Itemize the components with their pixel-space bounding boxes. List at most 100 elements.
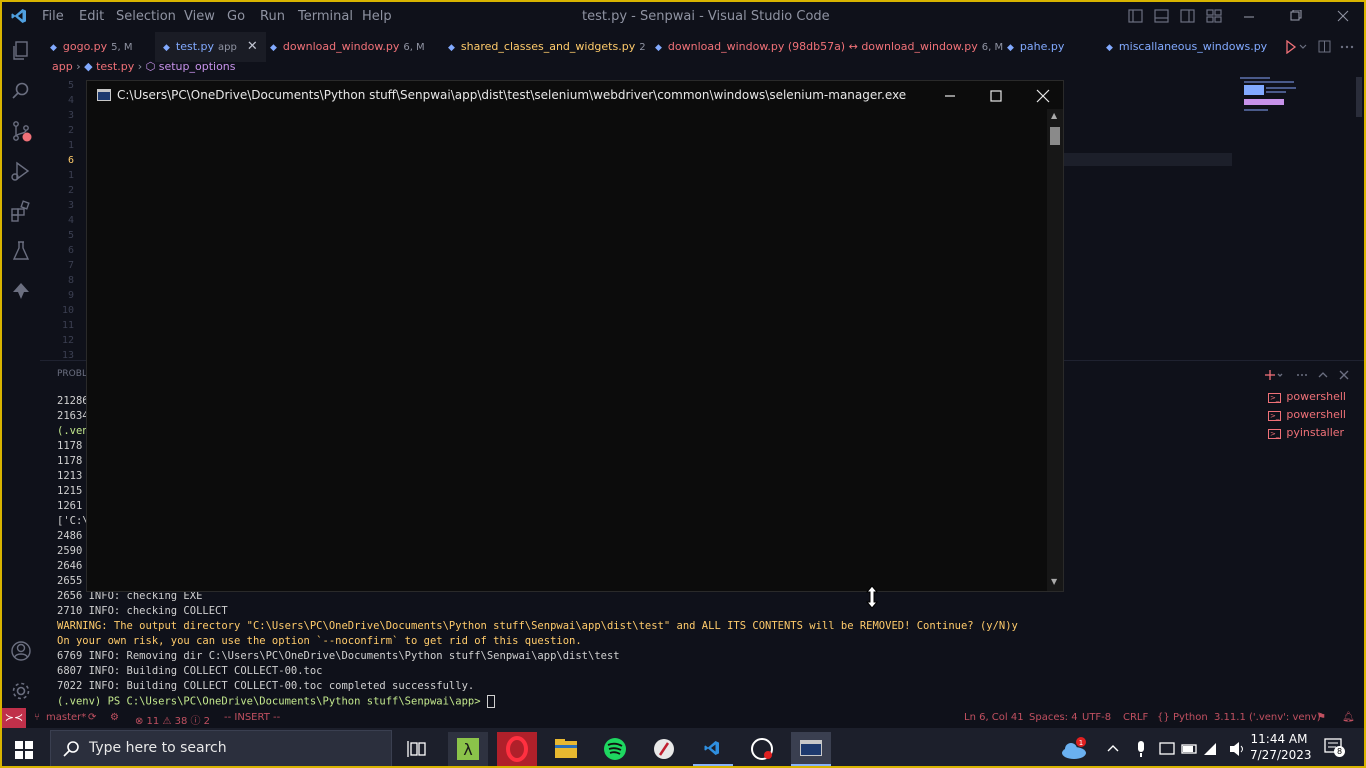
minimap[interactable] [1240, 77, 1304, 119]
menu-edit[interactable]: Edit [79, 9, 104, 24]
onedrive-cloud-icon[interactable]: 1 [1054, 732, 1094, 766]
tab-diff-download-window[interactable]: ◆ download_window.py (98db57a) ↔ download… [655, 32, 1003, 62]
terminal-icon: >_ [1268, 411, 1282, 421]
menu-terminal[interactable]: Terminal [298, 9, 353, 24]
line-number: 4 [67, 215, 74, 226]
search-icon[interactable] [10, 80, 32, 102]
tab-miscallaneous-windows[interactable]: ◆ miscallaneous_windows.py [1106, 32, 1267, 62]
menu-file[interactable]: File [42, 9, 64, 24]
window-controls[interactable] [1242, 10, 1354, 24]
line-number: 2 [67, 185, 74, 196]
lambda-app-icon[interactable]: λ [448, 732, 488, 766]
breadcrumb-folder[interactable]: app [52, 60, 73, 73]
console-scrollbar[interactable]: ▲ ▼ [1047, 109, 1063, 591]
action-center-icon[interactable]: 8 [1324, 737, 1345, 757]
chevron-down-icon [1299, 44, 1307, 49]
current-line-highlight [1062, 153, 1232, 166]
panel-actions[interactable] [1264, 368, 1356, 382]
tab-gogo[interactable]: ◆ gogo.py 5, M [50, 32, 133, 62]
accounts-icon[interactable] [10, 640, 32, 662]
tab-test-active[interactable]: ◆ test.py app ✕ [155, 32, 266, 62]
terminal-line: 6769 INFO: Removing dir C:\Users\PC\OneD… [57, 650, 620, 662]
console-title-bar[interactable]: C:\Users\PC\OneDrive\Documents\Python st… [87, 81, 1063, 109]
line-number: 10 [61, 305, 74, 316]
terminal-list-item[interactable]: >_ powershell [1268, 408, 1346, 426]
feedback-icon[interactable]: ⚑ [1317, 712, 1326, 723]
windows-start-icon[interactable] [15, 741, 33, 759]
testing-icon[interactable] [10, 240, 32, 262]
window-title: test.py - Senpwai - Visual Studio Code [582, 9, 830, 24]
source-control-icon[interactable] [10, 120, 32, 142]
line-number: 3 [67, 200, 74, 211]
opera-browser-icon[interactable] [497, 732, 537, 766]
scrollbar-thumb[interactable] [1050, 127, 1060, 145]
remote-indicator-icon[interactable]: ≻≺ [2, 708, 26, 728]
explorer-icon[interactable] [10, 40, 32, 62]
tab-close-icon[interactable]: ✕ [247, 39, 258, 54]
obs-studio-icon[interactable] [742, 732, 782, 766]
tab-pahe[interactable]: ◆ pahe.py [1007, 32, 1064, 62]
terminal-warning-line: On your own risk, you can use the option… [57, 635, 582, 647]
resize-cursor-icon [866, 585, 878, 609]
tab-badge: 2 [639, 42, 646, 53]
terminal-prompt[interactable]: (.venv) PS C:\Users\PC\OneDrive\Document… [57, 695, 495, 708]
terminal-line-partial: (.ven [57, 425, 89, 437]
vscode-taskbar-icon[interactable] [693, 732, 733, 766]
method-symbol-icon: ⬡ [145, 60, 156, 73]
terminal-list: >_ powershell >_ powershell >_ pyinstaller [1268, 390, 1346, 444]
source-control-badge [22, 132, 32, 142]
terminal-list-item[interactable]: >_ pyinstaller [1268, 426, 1346, 444]
editor-actions[interactable] [1284, 40, 1358, 54]
app-icon[interactable] [644, 732, 684, 766]
menu-go[interactable]: Go [227, 9, 245, 24]
layout-controls[interactable] [1128, 9, 1238, 25]
tab-label: shared_classes_and_widgets.py [460, 40, 636, 53]
python-file-icon: ◆ [50, 43, 57, 53]
notifications-bell-icon[interactable]: 🔔︎ [1342, 712, 1355, 723]
extensions-icon[interactable] [10, 200, 32, 222]
menu-selection[interactable]: Selection [116, 9, 176, 24]
menu-help[interactable]: Help [362, 9, 392, 24]
git-graph-icon[interactable]: ⚙ [110, 712, 119, 723]
git-branch[interactable]: master* [46, 712, 86, 723]
sync-icon[interactable]: ⟳ [88, 712, 96, 723]
selenium-manager-console-window[interactable]: C:\Users\PC\OneDrive\Documents\Python st… [86, 80, 1064, 592]
breadcrumb-file[interactable]: test.py [96, 60, 134, 73]
line-number: 5 [67, 230, 74, 241]
end-of-line[interactable]: CRLF [1123, 712, 1148, 723]
console-window-controls[interactable] [943, 89, 1055, 103]
scroll-up-icon[interactable]: ▲ [1051, 111, 1057, 120]
terminal-line-partial: 1178 [57, 440, 83, 452]
python-interpreter[interactable]: 3.11.1 ('.venv': venv) [1214, 712, 1321, 723]
problems-count[interactable]: ⊗ 11 ⚠ 38 ⓘ 2 [135, 712, 210, 727]
menu-view[interactable]: View [184, 9, 215, 24]
editor-scrollbar[interactable] [1356, 77, 1362, 117]
line-number: 6 [67, 245, 74, 256]
terminal-line-partial: 2655 [57, 575, 83, 587]
tab-shared-classes[interactable]: ◆ shared_classes_and_widgets.py 2 [448, 32, 646, 62]
system-tray[interactable] [1106, 740, 1226, 758]
indentation[interactable]: Spaces: 4 [1029, 712, 1078, 723]
file-encoding[interactable]: UTF-8 [1082, 712, 1111, 723]
language-mode[interactable]: Python [1173, 712, 1208, 723]
terminal-list-item[interactable]: >_ powershell [1268, 390, 1346, 408]
spotify-icon[interactable] [595, 732, 635, 766]
menu-run[interactable]: Run [260, 9, 285, 24]
clock[interactable]: 11:44 AM 7/27/2023 [1250, 731, 1312, 763]
terminal-line-partial: 2486 [57, 530, 83, 542]
settings-gear-icon[interactable] [10, 680, 32, 702]
line-number: 6 [67, 155, 74, 166]
panel-tab-problems[interactable]: PROBL [57, 369, 87, 379]
breadcrumb-symbol[interactable]: setup_options [159, 60, 236, 73]
console-taskbar-icon[interactable] [791, 732, 831, 766]
file-explorer-icon[interactable] [546, 732, 586, 766]
run-debug-icon[interactable] [10, 160, 32, 182]
scroll-down-icon[interactable]: ▼ [1051, 577, 1057, 586]
toggle-secondary-sidebar-icon [1180, 9, 1195, 23]
task-view-icon[interactable] [398, 732, 438, 766]
volume-icon[interactable] [1229, 740, 1245, 758]
cursor-position[interactable]: Ln 6, Col 41 [964, 712, 1024, 723]
remote-explorer-icon[interactable] [10, 280, 32, 302]
tab-download-window[interactable]: ◆ download_window.py 6, M [270, 32, 425, 62]
taskbar-search-box[interactable]: Type here to search [50, 730, 392, 766]
